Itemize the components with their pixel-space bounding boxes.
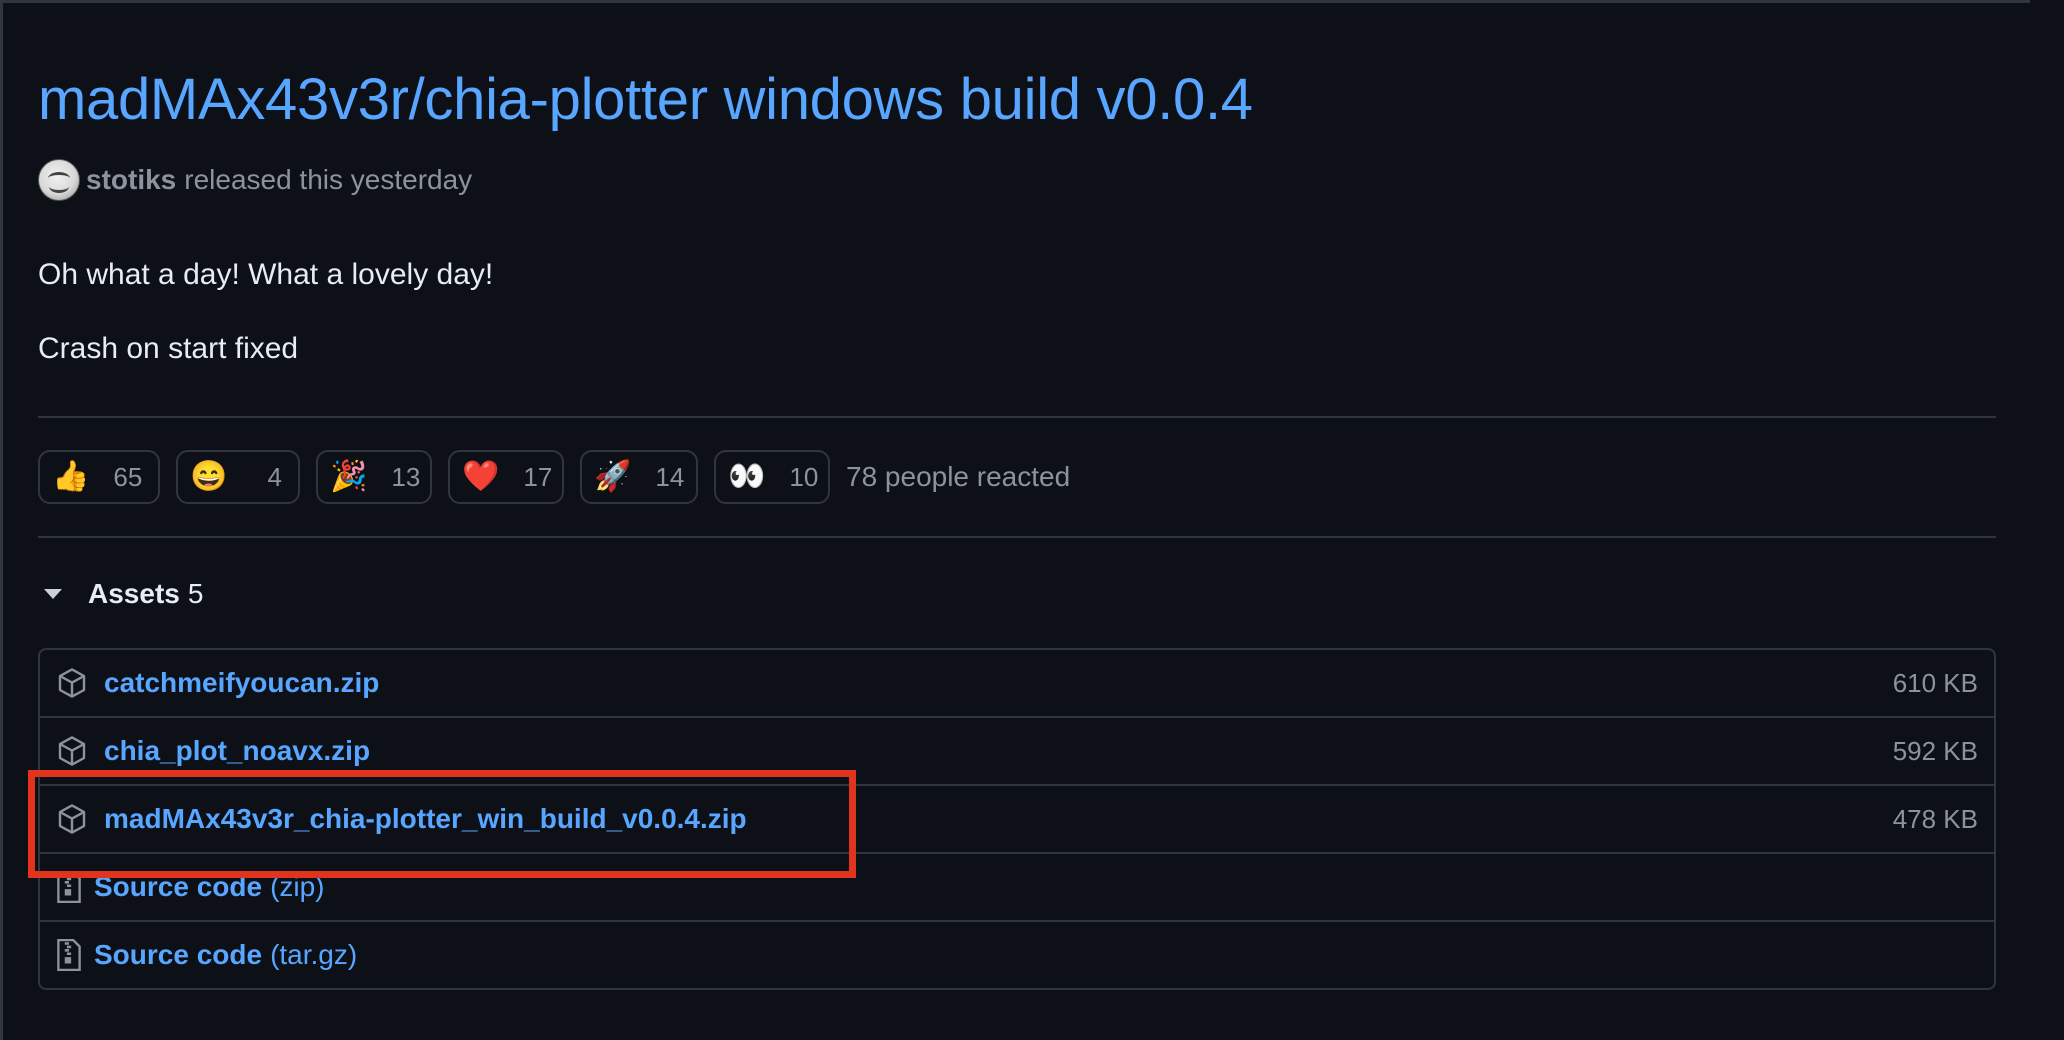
reaction-eyes[interactable]: 👀 10 [714,450,830,504]
reaction-count: 65 [113,461,143,492]
asset-link[interactable]: madMAx43v3r_chia-plotter_win_build_v0.0.… [104,803,747,835]
caret-down-icon [44,589,62,599]
file-zip-icon [57,870,81,904]
asset-row: chia_plot_noavx.zip 592 KB [40,716,1994,784]
assets-title: Assets [88,578,180,609]
source-code-format[interactable]: (zip) [270,871,324,903]
file-zip-icon [57,938,81,972]
hooray-icon: 🎉 [330,460,368,493]
release-card: madMAx43v3r/chia-plotter windows build v… [38,60,1996,990]
laugh-icon: 😄 [190,460,228,493]
eyes-icon: 👀 [728,460,766,493]
reaction-heart[interactable]: ❤️ 17 [448,450,564,504]
release-note-2: Crash on start fixed [38,332,299,365]
author-avatar[interactable] [38,159,80,201]
asset-row: madMAx43v3r_chia-plotter_win_build_v0.0.… [40,784,1994,852]
source-code-format[interactable]: (tar.gz) [270,939,357,971]
heart-icon: ❤️ [462,460,500,493]
rocket-icon: 🚀 [594,460,632,493]
reaction-laugh[interactable]: 😄 4 [176,450,300,504]
source-code-link[interactable]: Source code [94,871,262,903]
reactions-bar: 👍 65 😄 4 🎉 13 ❤️ 17 🚀 14 👀 10 78 people … [38,450,1996,504]
release-title[interactable]: madMAx43v3r/chia-plotter windows build v… [38,60,1996,140]
reaction-hooray[interactable]: 🎉 13 [316,450,432,504]
thumbs-up-icon: 👍 [52,460,90,493]
reaction-count: 10 [789,461,819,492]
assets-toggle[interactable]: Assets 5 [38,574,1996,614]
source-code-link[interactable]: Source code [94,939,262,971]
reaction-rocket[interactable]: 🚀 14 [580,450,698,504]
assets-count: 5 [187,578,204,609]
asset-row: Source code (zip) [40,852,1994,920]
divider [38,536,1996,538]
assets-list: catchmeifyoucan.zip 610 KB chia_plot_noa… [38,648,1996,990]
reaction-count: 13 [391,461,421,492]
asset-size: 610 KB [1892,667,1978,698]
package-icon [58,668,86,698]
author-link[interactable]: stotiks [86,164,176,196]
reaction-thumbs-up[interactable]: 👍 65 [38,450,160,504]
asset-size: 478 KB [1892,803,1978,834]
reaction-count: 17 [523,461,553,492]
asset-link[interactable]: catchmeifyoucan.zip [104,667,379,699]
asset-row: Source code (tar.gz) [40,920,1994,988]
release-date-text: released this yesterday [184,164,473,195]
release-note-1: Oh what a day! What a lovely day! [38,258,494,291]
asset-row: catchmeifyoucan.zip 610 KB [40,650,1994,716]
package-icon [58,736,86,766]
asset-size: 592 KB [1892,735,1978,766]
package-icon [58,804,86,834]
asset-link[interactable]: chia_plot_noavx.zip [104,735,370,767]
divider [38,416,1996,418]
reaction-count: 14 [655,461,685,492]
release-byline: stotiks released this yesterday [38,158,1996,202]
reactions-summary[interactable]: 78 people reacted [846,461,1070,493]
reaction-count: 4 [267,461,282,492]
